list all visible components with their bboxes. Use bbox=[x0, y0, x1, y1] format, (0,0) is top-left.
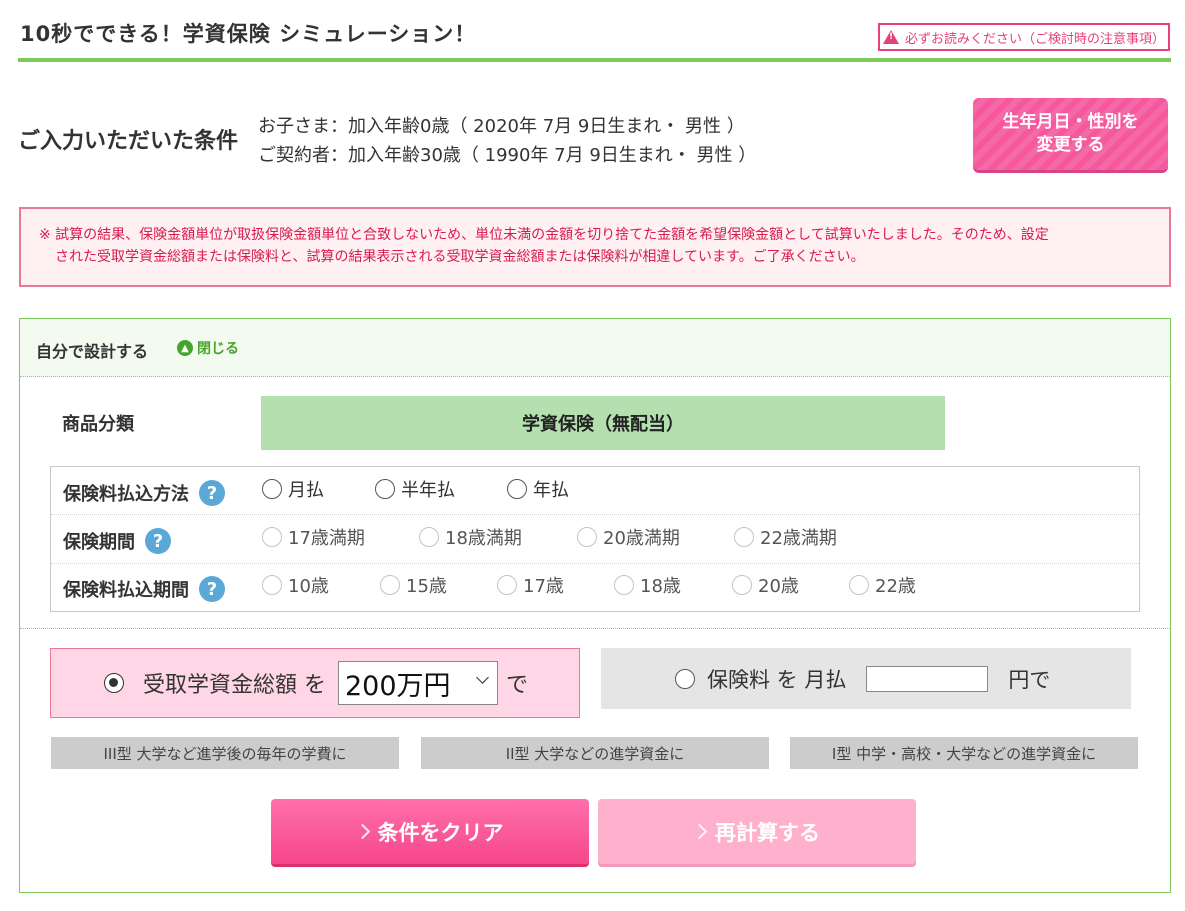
payment-method-label: 保険料払込方法 ? bbox=[63, 480, 225, 506]
child-condition: お子さま：加入年齢0歳（ 2020年 7月 9日生まれ・ 男性 ） bbox=[258, 116, 745, 137]
insurance-period-label-text: 保険期間 bbox=[63, 532, 135, 553]
option-label: 22歳満期 bbox=[760, 528, 837, 549]
option-label: 10歳 bbox=[288, 576, 329, 597]
total-amount-value: 200万円 bbox=[345, 670, 451, 702]
help-icon[interactable]: ? bbox=[199, 480, 225, 506]
change-birthdate-button[interactable]: 生年月日・性別を 変更する bbox=[973, 98, 1168, 170]
insurance-period-18[interactable]: 18歳満期 bbox=[419, 524, 522, 550]
row-divider bbox=[51, 563, 1139, 564]
payment-period-18[interactable]: 18歳 bbox=[614, 572, 681, 598]
notice-link-label: 必ずお読みください（ご検討時の注意事項） bbox=[904, 31, 1165, 47]
design-panel-title: 自分で設計する bbox=[36, 342, 149, 361]
chevron-right-icon bbox=[691, 823, 708, 840]
help-icon[interactable]: ? bbox=[145, 528, 171, 554]
help-icon[interactable]: ? bbox=[199, 576, 225, 602]
radio-icon bbox=[262, 527, 282, 547]
payment-method-label-text: 保険料払込方法 bbox=[63, 484, 189, 505]
premium-prefix: 保険料 を 月払 bbox=[707, 667, 847, 692]
chevron-down-icon bbox=[476, 671, 489, 684]
warning-line2: された受取学資金総額または保険料と、試算の結果表示される受取学資金総額または保険… bbox=[55, 249, 865, 265]
radio-icon bbox=[380, 575, 400, 595]
warning-line1: ※ 試算の結果、保険金額単位が取扱保険金額単位と合致しないため、単位未満の金額を… bbox=[39, 227, 1049, 243]
option-label: 半年払 bbox=[401, 480, 455, 501]
conditions-heading: ご入力いただいた条件 bbox=[18, 129, 239, 154]
payment-period-15[interactable]: 15歳 bbox=[380, 572, 447, 598]
radio-icon bbox=[614, 575, 634, 595]
option-label: 20歳 bbox=[758, 576, 799, 597]
radio-icon bbox=[262, 479, 282, 499]
chevron-up-icon: ▲ bbox=[177, 340, 193, 356]
payment-method-semiannual[interactable]: 半年払 bbox=[375, 476, 455, 502]
notice-link[interactable]: 必ずお読みください（ご検討時の注意事項） bbox=[878, 23, 1170, 51]
radio-icon bbox=[849, 575, 869, 595]
total-amount-suffix: で bbox=[506, 673, 529, 698]
total-amount-select[interactable]: 200万円 bbox=[338, 661, 498, 705]
contractor-condition: ご契約者：加入年齢30歳（ 1990年 7月 9日生まれ・ 男性 ） bbox=[258, 145, 757, 166]
radio-icon bbox=[375, 479, 395, 499]
payment-period-17[interactable]: 17歳 bbox=[497, 572, 564, 598]
total-amount-option[interactable]: 受取学資金総額 を 200万円 で bbox=[50, 648, 580, 718]
radio-icon bbox=[577, 527, 597, 547]
radio-icon bbox=[507, 479, 527, 499]
section-divider bbox=[20, 628, 1170, 629]
recalculate-button[interactable]: 再計算する bbox=[598, 799, 916, 864]
calculation-warning: ※ 試算の結果、保険金額単位が取扱保険金額単位と合致しないため、単位未満の金額を… bbox=[19, 207, 1171, 287]
clear-button-label: 条件をクリア bbox=[377, 820, 504, 845]
product-label: 商品分類 bbox=[62, 414, 134, 435]
payment-period-10[interactable]: 10歳 bbox=[262, 572, 329, 598]
insurance-period-22[interactable]: 22歳満期 bbox=[734, 524, 837, 550]
option-label: 月払 bbox=[288, 480, 324, 501]
type-ii-button[interactable]: II型 大学などの進学資金に bbox=[421, 737, 769, 769]
radio-selected-icon[interactable] bbox=[104, 673, 124, 693]
type-i-button[interactable]: I型 中学・高校・大学などの進学資金に bbox=[790, 737, 1138, 769]
clear-conditions-button[interactable]: 条件をクリア bbox=[271, 799, 589, 864]
option-label: 17歳満期 bbox=[288, 528, 365, 549]
option-label: 18歳満期 bbox=[445, 528, 522, 549]
option-label: 20歳満期 bbox=[603, 528, 680, 549]
option-label: 18歳 bbox=[640, 576, 681, 597]
insurance-period-17[interactable]: 17歳満期 bbox=[262, 524, 365, 550]
change-button-line2: 変更する bbox=[1036, 135, 1105, 155]
page-title: 10秒でできる！学資保険 シミュレーション！ bbox=[20, 22, 477, 46]
option-label: 15歳 bbox=[406, 576, 447, 597]
payment-period-label-text: 保険料払込期間 bbox=[63, 580, 189, 601]
premium-input[interactable] bbox=[866, 665, 989, 692]
radio-icon bbox=[497, 575, 517, 595]
option-label: 22歳 bbox=[875, 576, 916, 597]
option-label: 年払 bbox=[533, 480, 569, 501]
payment-period-label: 保険料払込期間 ? bbox=[63, 576, 225, 602]
product-value: 学資保険（無配当） bbox=[261, 396, 945, 450]
radio-icon bbox=[734, 527, 754, 547]
payment-period-20[interactable]: 20歳 bbox=[732, 572, 799, 598]
row-divider bbox=[51, 514, 1139, 515]
chevron-right-icon bbox=[354, 823, 370, 840]
payment-period-22[interactable]: 22歳 bbox=[849, 572, 916, 598]
premium-option[interactable]: 保険料 を 月払 円で bbox=[601, 648, 1131, 709]
radio-icon bbox=[419, 527, 439, 547]
warning-icon bbox=[882, 30, 899, 44]
recalc-button-label: 再計算する bbox=[715, 820, 820, 845]
premium-suffix: 円で bbox=[1008, 667, 1051, 692]
insurance-period-20[interactable]: 20歳満期 bbox=[577, 524, 680, 550]
radio-icon bbox=[732, 575, 752, 595]
radio-icon[interactable] bbox=[675, 668, 695, 689]
change-button-line1: 生年月日・性別を bbox=[1002, 112, 1139, 132]
radio-icon bbox=[262, 575, 282, 595]
total-amount-prefix: 受取学資金総額 を bbox=[143, 673, 326, 698]
close-label: 閉じる bbox=[197, 341, 239, 357]
payment-method-monthly[interactable]: 月払 bbox=[262, 476, 324, 502]
close-toggle[interactable]: ▲ 閉じる bbox=[177, 338, 239, 358]
title-divider bbox=[18, 58, 1171, 62]
option-label: 17歳 bbox=[523, 576, 564, 597]
insurance-period-label: 保険期間 ? bbox=[63, 528, 171, 554]
type-iii-button[interactable]: III型 大学など進学後の毎年の学費に bbox=[51, 737, 399, 769]
payment-method-annual[interactable]: 年払 bbox=[507, 476, 569, 502]
